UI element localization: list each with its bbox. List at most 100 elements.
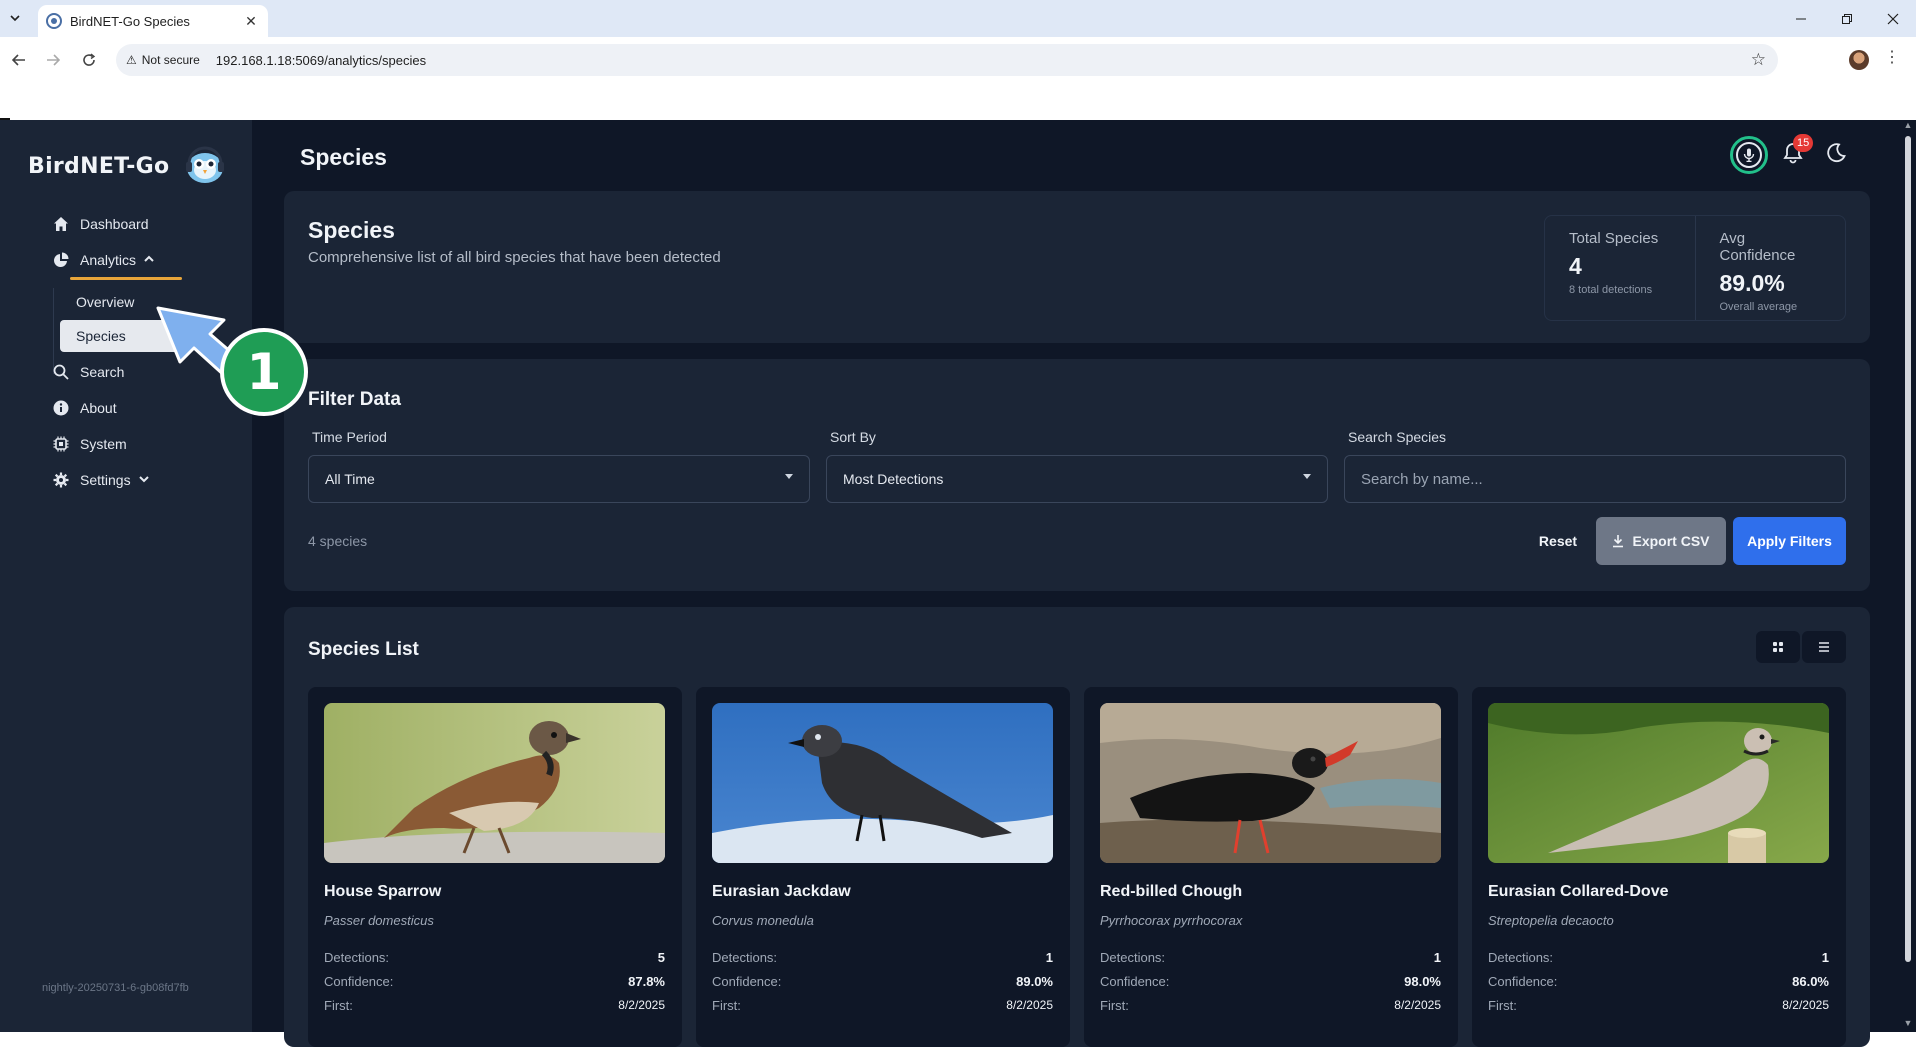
sidebar-item-label: Settings	[80, 472, 131, 488]
scrollbar-thumb[interactable]	[1905, 136, 1911, 962]
stat-value: 89.0%	[1719, 270, 1785, 296]
search-species-input[interactable]: Search by name...	[1344, 455, 1846, 503]
restore-icon[interactable]	[1824, 0, 1870, 37]
apply-filters-button[interactable]: Apply Filters	[1733, 517, 1846, 565]
confidence-row: Confidence: 86.0%	[1488, 974, 1829, 989]
audio-level-button[interactable]	[1730, 136, 1768, 174]
export-csv-button[interactable]: Export CSV	[1596, 517, 1726, 565]
dropdown-caret-icon	[785, 474, 793, 479]
species-card[interactable]: House Sparrow Passer domesticus Detectio…	[308, 687, 682, 1047]
species-card[interactable]: Red-billed Chough Pyrrhocorax pyrrhocora…	[1084, 687, 1458, 1047]
detections-row: Detections: 1	[1100, 950, 1441, 965]
grid-view-button[interactable]	[1756, 631, 1800, 663]
sidebar-item-label: Dashboard	[80, 216, 149, 232]
summary-description: Comprehensive list of all bird species t…	[308, 249, 721, 266]
warning-icon: ⚠	[126, 53, 137, 67]
detections-label: Detections:	[1100, 950, 1166, 965]
profile-avatar[interactable]	[1849, 50, 1869, 70]
confidence-value: 87.8%	[628, 974, 665, 989]
moon-icon[interactable]	[1825, 142, 1849, 166]
info-icon	[52, 399, 70, 417]
stat-value: 4	[1569, 253, 1582, 279]
bookmark-star-icon[interactable]: ☆	[1751, 50, 1766, 70]
tutorial-step-badge: 1	[220, 328, 308, 416]
filter-card: Filter Data Time Period All Time Sort By…	[284, 359, 1870, 591]
detections-label: Detections:	[1488, 950, 1554, 965]
reload-icon[interactable]	[76, 47, 102, 73]
confidence-row: Confidence: 98.0%	[1100, 974, 1441, 989]
sort-by-select[interactable]: Most Detections	[826, 455, 1328, 503]
chevron-down-icon	[138, 475, 149, 486]
stat-sub: 8 total detections	[1569, 284, 1653, 296]
sidebar-item-about[interactable]: About	[52, 394, 117, 422]
version-label: nightly-20250731-6-gb08fd7fb	[42, 982, 189, 994]
species-card[interactable]: Eurasian Jackdaw Corvus monedula Detecti…	[696, 687, 1070, 1047]
security-chip[interactable]: ⚠ Not secure	[126, 53, 200, 67]
sort-by-value: Most Detections	[843, 471, 944, 487]
sidebar-item-search[interactable]: Search	[52, 358, 124, 386]
detections-value: 1	[1045, 950, 1053, 965]
brand[interactable]: BirdNET-Go	[28, 144, 227, 188]
browser-tab[interactable]: BirdNET-Go Species ✕	[38, 5, 268, 37]
sidebar-item-system[interactable]: System	[52, 430, 127, 458]
chip-icon	[52, 435, 70, 453]
confidence-row: Confidence: 89.0%	[712, 974, 1053, 989]
forward-icon[interactable]	[40, 47, 66, 73]
sidebar-item-dashboard[interactable]: Dashboard	[52, 210, 149, 238]
time-period-label: Time Period	[312, 429, 387, 445]
sidebar-item-label: System	[80, 436, 127, 452]
sidebar-item-label: Search	[80, 364, 125, 380]
first-seen-row: First: 8/2/2025	[1488, 998, 1829, 1013]
species-scientific-name: Streptopelia decaocto	[1488, 913, 1614, 928]
url-text[interactable]: 192.168.1.18:5069/analytics/species	[216, 53, 426, 68]
species-common-name: House Sparrow	[324, 883, 442, 900]
first-seen-label: First:	[1100, 998, 1129, 1013]
first-seen-value: 8/2/2025	[1782, 998, 1829, 1012]
window-close-icon[interactable]	[1870, 0, 1916, 37]
minimize-icon[interactable]	[1778, 0, 1824, 37]
confidence-value: 98.0%	[1404, 974, 1441, 989]
notification-badge: 15	[1793, 134, 1814, 152]
brand-name: BirdNET-Go	[28, 153, 170, 179]
stat-label: Total Species	[1569, 230, 1659, 247]
species-card[interactable]: Eurasian Collared-Dove Streptopelia deca…	[1472, 687, 1846, 1047]
address-bar[interactable]: ⚠ Not secure 192.168.1.18:5069/analytics…	[116, 44, 1778, 76]
sort-by-label: Sort By	[830, 429, 876, 445]
species-photo-eurasian-jackdaw	[712, 703, 1053, 863]
sidebar: BirdNET-Go Dashboard Analytics Overview …	[0, 120, 252, 1032]
scroll-down-icon[interactable]: ▼	[1902, 1018, 1914, 1030]
stat-total-species: Total Species 4 8 total detections	[1545, 216, 1695, 320]
confidence-label: Confidence:	[324, 974, 394, 989]
tab-close-icon[interactable]: ✕	[242, 13, 260, 30]
sidebar-item-settings[interactable]: Settings	[52, 466, 149, 494]
pie-chart-icon	[52, 251, 70, 269]
detections-label: Detections:	[324, 950, 390, 965]
first-seen-label: First:	[712, 998, 741, 1013]
page-title: Species	[300, 144, 387, 170]
home-icon	[52, 215, 70, 233]
summary-title: Species	[308, 217, 395, 243]
species-scientific-name: Pyrrhocorax pyrrhocorax	[1100, 913, 1243, 928]
reset-button[interactable]: Reset	[1528, 517, 1588, 565]
back-icon[interactable]	[6, 47, 32, 73]
filter-title: Filter Data	[308, 389, 401, 410]
first-seen-row: First: 8/2/2025	[324, 998, 665, 1013]
first-seen-label: First:	[1488, 998, 1517, 1013]
sidebar-item-analytics[interactable]: Analytics	[52, 246, 154, 274]
species-scientific-name: Passer domesticus	[324, 913, 434, 928]
microphone-icon	[1736, 142, 1762, 168]
detections-row: Detections: 1	[712, 950, 1053, 965]
scroll-up-icon[interactable]: ▲	[1902, 120, 1914, 132]
list-view-button[interactable]	[1802, 631, 1846, 663]
detections-row: Detections: 5	[324, 950, 665, 965]
species-scientific-name: Corvus monedula	[712, 913, 814, 928]
browser-menu-icon[interactable]: ⋮	[1884, 47, 1900, 67]
sidebar-subitem-overview[interactable]: Overview	[60, 286, 134, 318]
time-period-select[interactable]: All Time	[308, 455, 810, 503]
stats-panel: Total Species 4 8 total detections Avg C…	[1544, 215, 1846, 321]
species-common-name: Eurasian Jackdaw	[712, 883, 851, 900]
detections-value: 1	[1821, 950, 1829, 965]
first-seen-row: First: 8/2/2025	[1100, 998, 1441, 1013]
time-period-value: All Time	[325, 471, 375, 487]
tab-search-icon[interactable]	[4, 6, 26, 30]
